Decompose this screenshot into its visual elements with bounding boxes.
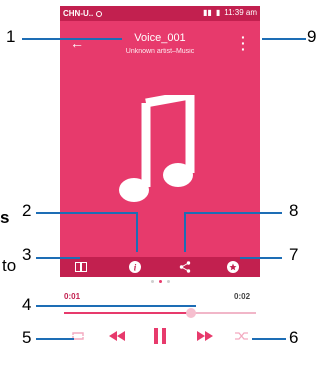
callout-number-3: 3	[22, 245, 32, 264]
callout-line-4	[36, 305, 196, 307]
track-action-bar: i	[60, 257, 260, 277]
page-dot	[166, 279, 170, 283]
callout-number-7: 7	[289, 245, 299, 264]
music-note-icon	[119, 95, 195, 202]
battery-icon: ▮	[215, 8, 221, 17]
callout-line-2-vert	[136, 212, 138, 252]
callout-line-3	[36, 257, 80, 259]
repeat-icon[interactable]	[70, 328, 86, 344]
progress-thumb[interactable]	[185, 308, 196, 318]
cropped-text-fragment: s	[0, 208, 10, 227]
shuffle-icon[interactable]	[234, 328, 250, 344]
page-indicator	[60, 277, 260, 285]
status-bar: CHN-U.. ▮▮ ▮ 11:39 am	[60, 6, 260, 21]
progress-fill	[64, 312, 191, 314]
page-dot-active	[158, 279, 162, 283]
signal-icon: ▮▮	[203, 8, 212, 17]
song-subtitle: Unknown artist–Music	[125, 48, 195, 55]
phone-screen: CHN-U.. ▮▮ ▮ 11:39 am ← Voice_001 Unknow…	[60, 6, 260, 366]
pause-icon[interactable]	[152, 328, 168, 344]
callout-number-5: 5	[22, 328, 32, 347]
share-icon[interactable]	[178, 260, 192, 274]
callout-number-6: 6	[289, 328, 299, 347]
callout-number-1: 1	[6, 27, 16, 46]
info-icon[interactable]: i	[128, 260, 142, 274]
callout-line-9	[262, 38, 306, 40]
album-art-area: ← Voice_001 Unknown artist–Music · · ·	[60, 21, 260, 257]
cropped-text-fragment: to	[2, 256, 17, 275]
favorite-icon[interactable]	[226, 260, 240, 274]
status-time: 11:39 am	[224, 8, 257, 17]
callout-line-7	[240, 257, 282, 259]
callout-line-5	[36, 338, 74, 340]
callout-number-8: 8	[289, 201, 299, 220]
total-time: 0:02	[234, 292, 251, 301]
book-icon[interactable]	[74, 260, 88, 274]
callout-number-4: 4	[22, 295, 32, 314]
callout-line-8	[184, 212, 282, 214]
more-vert-icon[interactable]: · · ·	[241, 30, 246, 56]
callout-number-9: 9	[307, 27, 317, 46]
callout-line-8-vert	[184, 212, 186, 252]
previous-icon[interactable]	[108, 328, 126, 344]
callout-line-6	[252, 338, 286, 340]
callout-line-2	[36, 212, 136, 214]
callout-number-2: 2	[22, 201, 32, 220]
callout-line-1	[22, 38, 122, 40]
notification-icon	[96, 10, 103, 17]
current-time: 0:01	[64, 292, 81, 301]
progress-slider[interactable]	[64, 308, 256, 318]
next-icon[interactable]	[196, 328, 214, 344]
carrier-name: CHN-U..	[63, 9, 94, 18]
page-dot	[150, 279, 154, 283]
